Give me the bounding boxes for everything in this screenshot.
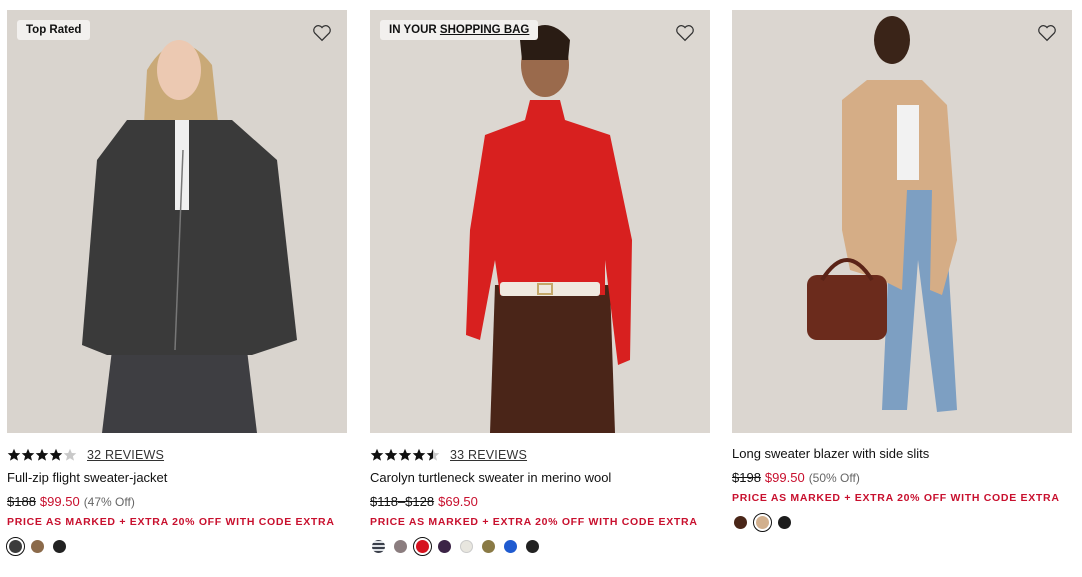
- star-icon: [384, 448, 398, 461]
- shopping-bag-link[interactable]: SHOPPING BAG: [440, 24, 529, 36]
- color-swatch[interactable]: [482, 540, 495, 553]
- promo-text: PRICE AS MARKED + EXTRA 20% OFF WITH COD…: [7, 516, 335, 528]
- product-card-1: Top Rated 32 REVIEWS Full-zip flight swe…: [6, 10, 347, 556]
- top-rated-badge: Top Rated: [17, 20, 91, 40]
- star-icon: [63, 448, 77, 461]
- discount-label: (50% Off): [808, 471, 860, 485]
- product-card-2: IN YOUR SHOPPING BAG 33 REVIEWS Carolyn …: [370, 10, 710, 556]
- rating-row: 33 REVIEWS: [370, 447, 527, 463]
- product-image-1[interactable]: Top Rated: [7, 10, 347, 433]
- star-icon: [398, 448, 412, 461]
- color-swatches: [734, 513, 791, 532]
- product-photo: [732, 10, 1072, 433]
- color-swatch[interactable]: [504, 540, 517, 553]
- star-icon: [49, 448, 63, 461]
- color-swatches: [372, 537, 539, 556]
- color-swatch[interactable]: [394, 540, 407, 553]
- color-swatch[interactable]: [778, 516, 791, 529]
- product-name[interactable]: Full-zip flight sweater-jacket: [7, 470, 167, 485]
- color-swatch[interactable]: [53, 540, 66, 553]
- product-image-3[interactable]: [732, 10, 1072, 433]
- color-swatch[interactable]: [753, 513, 772, 532]
- product-photo: [7, 10, 347, 433]
- star-rating: [370, 448, 440, 462]
- color-swatch[interactable]: [438, 540, 451, 553]
- wishlist-heart-icon[interactable]: [311, 22, 333, 44]
- promo-text: PRICE AS MARKED + EXTRA 20% OFF WITH COD…: [370, 516, 698, 528]
- price-row: $198 $99.50 (50% Off): [732, 470, 860, 485]
- original-price: $188: [7, 494, 36, 509]
- star-rating: [7, 448, 77, 462]
- price-row: $118–$128 $69.50: [370, 494, 478, 509]
- color-swatch[interactable]: [6, 537, 25, 556]
- star-icon: [412, 448, 426, 461]
- color-swatch[interactable]: [372, 540, 385, 553]
- star-icon: [21, 448, 35, 461]
- sale-price: $99.50: [764, 470, 805, 485]
- badge-prefix: IN YOUR: [389, 24, 440, 36]
- color-swatches: [6, 537, 66, 556]
- product-photo: [370, 10, 710, 433]
- reviews-link[interactable]: 32 REVIEWS: [87, 448, 164, 462]
- product-card-3: Long sweater blazer with side slits $198…: [732, 10, 1072, 532]
- reviews-link[interactable]: 33 REVIEWS: [450, 448, 527, 462]
- original-price: $198: [732, 470, 761, 485]
- color-swatch[interactable]: [413, 537, 432, 556]
- sale-price: $99.50: [39, 494, 80, 509]
- product-name[interactable]: Carolyn turtleneck sweater in merino woo…: [370, 470, 611, 485]
- color-swatch[interactable]: [31, 540, 44, 553]
- star-icon: [7, 448, 21, 461]
- price-row: $188 $99.50 (47% Off): [7, 494, 135, 509]
- rating-row: 32 REVIEWS: [7, 447, 164, 463]
- star-icon: [35, 448, 49, 461]
- wishlist-heart-icon[interactable]: [1036, 22, 1058, 44]
- color-swatch[interactable]: [460, 540, 473, 553]
- star-icon: [426, 448, 440, 461]
- in-bag-badge: IN YOUR SHOPPING BAG: [380, 20, 539, 40]
- color-swatch[interactable]: [734, 516, 747, 529]
- original-price: $118–$128: [370, 494, 435, 509]
- star-icon: [370, 448, 384, 461]
- wishlist-heart-icon[interactable]: [674, 22, 696, 44]
- promo-text: PRICE AS MARKED + EXTRA 20% OFF WITH COD…: [732, 492, 1060, 504]
- sale-price: $69.50: [438, 494, 478, 509]
- discount-label: (47% Off): [83, 495, 135, 509]
- color-swatch[interactable]: [526, 540, 539, 553]
- product-name[interactable]: Long sweater blazer with side slits: [732, 446, 929, 461]
- product-image-2[interactable]: IN YOUR SHOPPING BAG: [370, 10, 710, 433]
